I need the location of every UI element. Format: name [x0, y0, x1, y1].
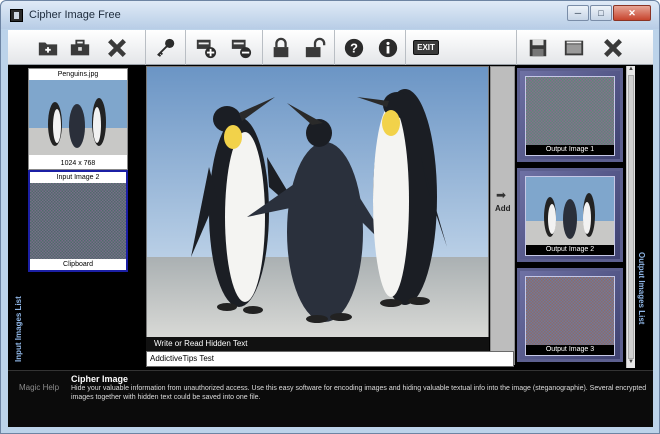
note-remove-icon [231, 39, 252, 58]
toolbar: ? EXIT [8, 30, 653, 65]
penguins-preview-image [147, 67, 488, 337]
magic-help-label: Magic Help [19, 383, 60, 392]
input-image-name: Input Image 2 [56, 174, 100, 181]
output-list-scrollbar[interactable]: ▲ ▼ [626, 66, 635, 368]
input-images-panel: Penguins.jpg 1024 x 768 Input Image 2 Cl… [8, 66, 144, 368]
window-controls: ─ □ ✕ [567, 5, 651, 21]
image-preview [146, 66, 489, 365]
app-window: Cipher Image Free ─ □ ✕ ? EXIT Penguins.… [0, 0, 660, 434]
key-button[interactable] [151, 33, 181, 62]
help-button[interactable]: ? [339, 33, 369, 62]
help-bar: Magic Help Cipher Image Hide your valuab… [8, 370, 653, 427]
scroll-up-icon[interactable]: ▲ [627, 66, 635, 75]
input-image-size: 1024 x 768 [60, 160, 96, 167]
help-title: Cipher Image [71, 374, 129, 384]
output-image-label: Output Image 3 [545, 346, 595, 353]
minimize-button[interactable]: ─ [567, 5, 589, 21]
scroll-down-icon[interactable]: ▼ [627, 359, 635, 368]
open-folder-button[interactable] [33, 33, 63, 62]
penguin-thumbnail [29, 80, 127, 155]
remove-output-button[interactable] [598, 33, 628, 62]
toolbar-separator [262, 30, 263, 65]
toolbar-separator [185, 30, 186, 65]
output-image-item[interactable]: Output Image 1 [517, 68, 623, 162]
toolbar-separator [405, 30, 406, 65]
add-text-button[interactable] [191, 33, 221, 62]
output-image-item[interactable]: Output Image 3 [517, 268, 623, 362]
remove-text-button[interactable] [226, 33, 256, 62]
floppy-icon [529, 39, 547, 56]
toolbar-separator [145, 30, 146, 65]
penguin-thumbnail [526, 177, 614, 245]
output-image-frame: Output Image 2 [525, 176, 615, 256]
input-image-name: Penguins.jpg [57, 71, 99, 78]
exit-button[interactable]: EXIT [409, 33, 443, 62]
info-icon [378, 38, 398, 57]
output-image-label: Output Image 2 [545, 246, 595, 253]
unlock-button[interactable] [300, 33, 330, 62]
output-images-panel: Output Image 1 Output Image 2 Output Ima… [517, 66, 625, 368]
close-button[interactable]: ✕ [613, 5, 651, 21]
add-label: Add [495, 204, 511, 213]
input-images-label: Input Images List [14, 296, 23, 362]
window-title: Cipher Image Free [29, 9, 121, 21]
help-description: Hide your valuable information from unau… [71, 385, 647, 401]
unlock-icon [305, 37, 326, 57]
red-x-icon [604, 38, 622, 57]
input-image-item-selected[interactable]: Input Image 2 Clipboard [28, 170, 128, 272]
window-save-icon [564, 40, 584, 55]
red-x-icon [108, 38, 126, 57]
lock-icon [273, 37, 289, 57]
toolbox-button[interactable] [65, 33, 95, 62]
save-button[interactable] [523, 33, 553, 62]
noise-thumbnail [526, 77, 614, 145]
briefcase-icon [70, 39, 90, 55]
hidden-text-label: Write or Read Hidden Text [146, 337, 489, 351]
output-images-label: Output Images List [637, 252, 646, 325]
arrow-right-icon: ➡ [496, 188, 507, 202]
folder-icon [38, 42, 58, 55]
remove-input-button[interactable] [102, 33, 132, 62]
toolbar-separator [516, 30, 517, 65]
maximize-button[interactable]: □ [590, 5, 612, 21]
lock-button[interactable] [266, 33, 296, 62]
output-image-label: Output Image 1 [545, 146, 595, 153]
hidden-text-input[interactable]: AddictiveTips Test [146, 351, 514, 367]
scrollbar-thumb[interactable] [628, 75, 634, 359]
output-image-frame: Output Image 3 [525, 276, 615, 356]
title-bar: Cipher Image Free ─ □ ✕ [1, 1, 659, 29]
save-as-button[interactable] [559, 33, 589, 62]
output-image-item[interactable]: Output Image 2 [517, 168, 623, 262]
input-image-item[interactable]: Penguins.jpg 1024 x 768 [28, 68, 128, 170]
app-icon [10, 9, 23, 22]
key-icon [157, 38, 175, 57]
help-icon: ? [344, 38, 364, 57]
note-add-icon [196, 39, 217, 58]
info-button[interactable] [373, 33, 403, 62]
noise-thumbnail [30, 183, 126, 259]
svg-text:?: ? [350, 40, 358, 55]
exit-icon: EXIT [413, 40, 439, 55]
output-image-frame: Output Image 1 [525, 76, 615, 156]
client-area: ? EXIT Penguins.jpg 1024 x 768 Input Ima… [8, 30, 653, 427]
input-image-source: Clipboard [63, 261, 93, 268]
add-button[interactable]: ➡ Add [490, 66, 515, 365]
toolbar-separator [334, 30, 335, 65]
noise-thumbnail [526, 277, 614, 345]
